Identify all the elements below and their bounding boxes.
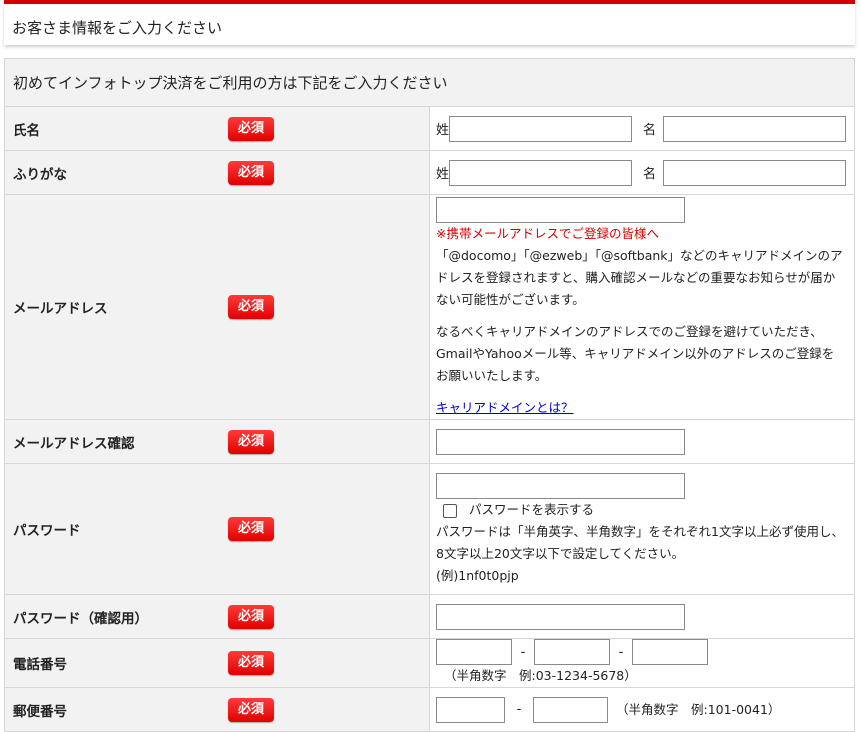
- password-rule-2: 8文字以上20文字以下で設定してください。: [436, 546, 685, 561]
- label-cell: 電話番号 必須: [4, 638, 430, 688]
- label-cell: 郵便番号 必須: [4, 687, 430, 732]
- form-row-password-confirm: パスワード（確認用） 必須: [4, 594, 855, 639]
- field-cell: [429, 419, 855, 464]
- postal-input-2[interactable]: [533, 696, 608, 723]
- phone-input-2[interactable]: [534, 639, 610, 665]
- mobile-warning: ※携帯メールアドレスでご登録の皆様へ: [436, 226, 659, 241]
- field-cell: ※携帯メールアドレスでご登録の皆様へ 「@docomo」「@ezweb」「@so…: [429, 194, 855, 420]
- carrier-domain-link[interactable]: キャリアドメインとは？: [436, 400, 574, 415]
- field-cell: - （半角数字 例:101-0041）: [429, 687, 855, 732]
- required-badge: 必須: [228, 697, 274, 722]
- last-kana-input[interactable]: [449, 159, 633, 186]
- first-kana-label: 名: [643, 167, 657, 182]
- form-row-postal: 郵便番号 必須 - （半角数字 例:101-0041）: [4, 687, 855, 732]
- first-name-input[interactable]: [663, 115, 847, 142]
- required-badge: 必須: [228, 517, 274, 541]
- field-cell: パスワードを表示する パスワードは「半角英字、半角数字」をそれぞれ1文字以上必ず…: [429, 463, 855, 595]
- postal-label: 郵便番号: [13, 703, 67, 720]
- email-input[interactable]: [436, 197, 685, 223]
- phone-input-3[interactable]: [632, 639, 708, 665]
- label-cell: メールアドレス確認 必須: [4, 419, 430, 464]
- password-input[interactable]: [436, 473, 685, 499]
- show-password-label[interactable]: パスワードを表示する: [469, 502, 594, 517]
- form-row-email-confirm: メールアドレス確認 必須: [4, 419, 855, 464]
- last-name-label: 姓: [436, 123, 450, 138]
- postal-hint: （半角数字 例:101-0041）: [616, 701, 781, 717]
- field-cell: 姓名: [429, 106, 855, 151]
- required-badge: 必須: [228, 651, 274, 675]
- separator: -: [516, 702, 522, 717]
- name-label: 氏名: [13, 122, 40, 139]
- email-confirm-input[interactable]: [436, 428, 685, 455]
- separator: -: [618, 644, 624, 660]
- show-password-checkbox[interactable]: [443, 503, 457, 518]
- form-row-phone: 電話番号 必須 - - （半角数字 例:03-1234-5678）: [4, 638, 855, 688]
- field-cell: - - （半角数字 例:03-1234-5678）: [429, 638, 855, 688]
- required-badge: 必須: [228, 604, 274, 629]
- password-rule-1: パスワードは「半角英字、半角数字」をそれぞれ1文字以上必ず使用し、: [436, 524, 844, 539]
- label-cell: パスワード（確認用） 必須: [4, 594, 430, 639]
- required-badge: 必須: [228, 429, 274, 454]
- last-name-input[interactable]: [449, 115, 633, 142]
- customer-info-form: 初めてインフォトップ決済をご利用の方は下記をご入力ください 氏名 必須 姓名 ふ…: [4, 58, 855, 732]
- form-row-furigana: ふりがな 必須 姓名: [4, 150, 855, 195]
- label-cell: パスワード 必須: [4, 463, 430, 595]
- first-name-label: 名: [643, 123, 657, 138]
- password-confirm-label: パスワード（確認用）: [13, 610, 148, 627]
- form-caption: 初めてインフォトップ決済をご利用の方は下記をご入力ください: [4, 58, 855, 107]
- email-confirm-label: メールアドレス確認: [13, 435, 135, 452]
- label-cell: メールアドレス 必須: [4, 194, 430, 420]
- form-row-password: パスワード 必須 パスワードを表示する パスワードは「半角英字、半角数字」をそれ…: [4, 463, 855, 595]
- furigana-label: ふりがな: [13, 166, 67, 183]
- form-row-name: 氏名 必須 姓名: [4, 106, 855, 151]
- separator: -: [520, 644, 526, 660]
- postal-input-1[interactable]: [436, 696, 505, 723]
- phone-hint: （半角数字 例:03-1234-5678）: [444, 668, 637, 683]
- field-cell: 姓名: [429, 150, 855, 195]
- phone-label: 電話番号: [13, 657, 67, 673]
- label-cell: ふりがな 必須: [4, 150, 430, 195]
- password-example: (例)1nf0t0pjp: [436, 568, 519, 583]
- form-row-email: メールアドレス 必須 ※携帯メールアドレスでご登録の皆様へ 「@docomo」「…: [4, 194, 855, 420]
- required-badge: 必須: [228, 295, 274, 319]
- password-label: パスワード: [13, 523, 81, 539]
- required-badge: 必須: [228, 160, 274, 185]
- page-header: お客さま情報をご入力ください: [4, 0, 855, 45]
- carrier-note-2: なるべくキャリアドメインのアドレスでのご登録を避けていただき、GmailやYah…: [436, 324, 835, 383]
- carrier-note-1: 「@docomo」「@ezweb」「@softbank」などのキャリアドメインの…: [436, 248, 843, 307]
- password-confirm-input[interactable]: [436, 603, 685, 630]
- required-badge: 必須: [228, 116, 274, 141]
- email-label: メールアドレス: [13, 301, 108, 317]
- phone-input-1[interactable]: [436, 639, 512, 665]
- field-cell: [429, 594, 855, 639]
- last-kana-label: 姓: [436, 167, 450, 182]
- first-kana-input[interactable]: [663, 159, 847, 186]
- page-title: お客さま情報をご入力ください: [12, 19, 223, 37]
- label-cell: 氏名 必須: [4, 106, 430, 151]
